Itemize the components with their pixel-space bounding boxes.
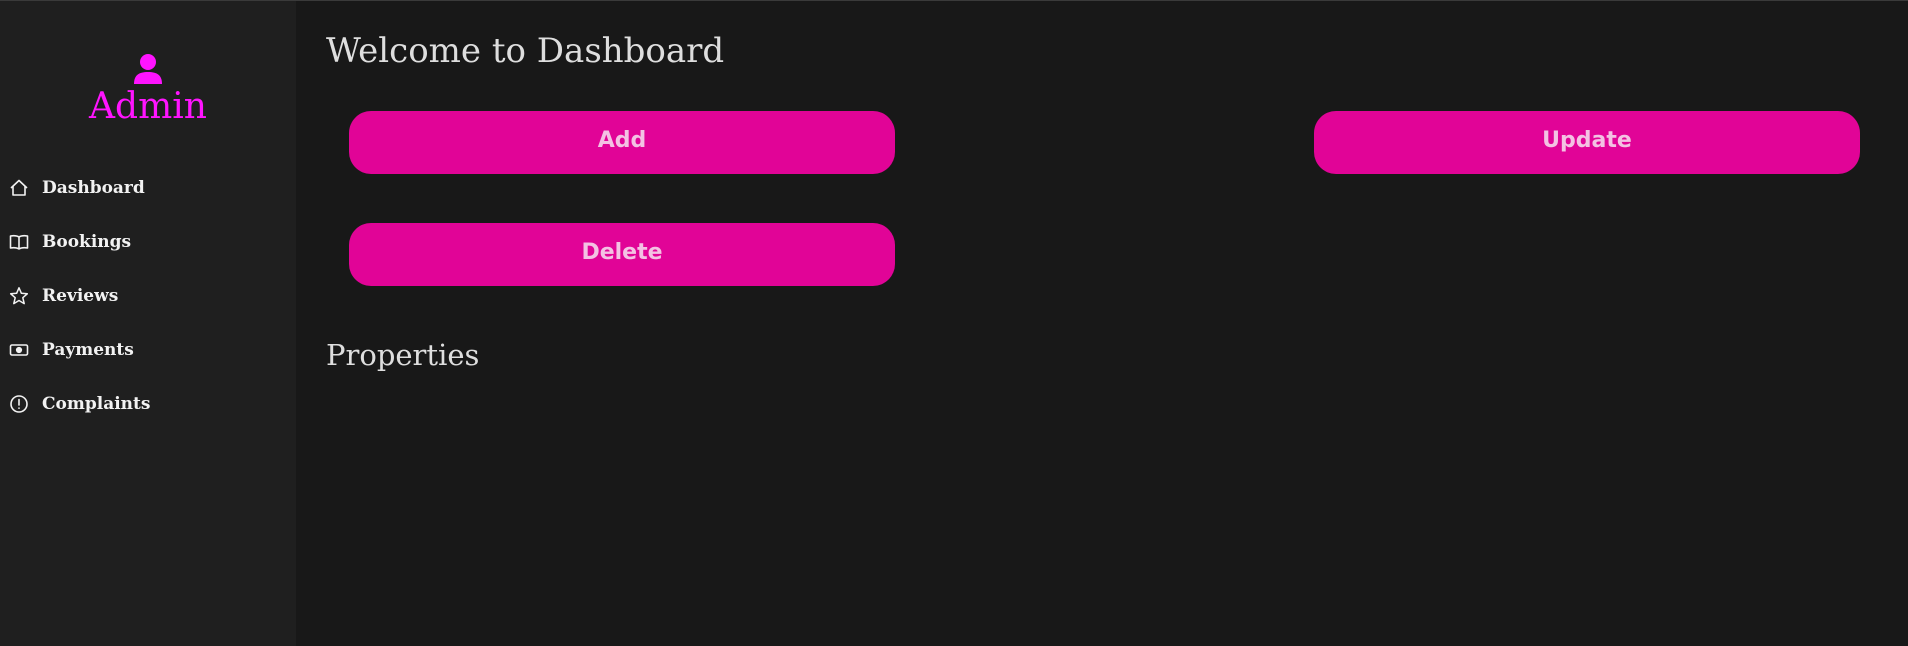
profile-name: Admin	[89, 86, 207, 127]
alert-circle-icon	[9, 394, 29, 414]
sidebar-item-label: Complaints	[42, 394, 151, 414]
properties-heading: Properties	[326, 338, 480, 372]
user-icon	[134, 54, 162, 84]
sidebar-item-dashboard[interactable]: Dashboard	[0, 161, 296, 215]
sidebar: Admin Dashboard Bookings Reviews Payment…	[0, 1, 296, 646]
sidebar-item-label: Payments	[42, 340, 134, 360]
app-window: Admin Dashboard Bookings Reviews Payment…	[0, 0, 1908, 646]
cash-icon	[9, 340, 29, 360]
sidebar-item-bookings[interactable]: Bookings	[0, 215, 296, 269]
sidebar-item-label: Bookings	[42, 232, 132, 252]
home-icon	[9, 178, 29, 198]
star-icon	[9, 286, 29, 306]
delete-button[interactable]: Delete	[349, 223, 895, 286]
sidebar-item-label: Dashboard	[42, 178, 145, 198]
update-button[interactable]: Update	[1314, 111, 1860, 174]
profile: Admin	[0, 1, 296, 127]
sidebar-item-reviews[interactable]: Reviews	[0, 269, 296, 323]
sidebar-item-payments[interactable]: Payments	[0, 323, 296, 377]
sidebar-item-complaints[interactable]: Complaints	[0, 377, 296, 431]
book-icon	[9, 232, 29, 252]
sidebar-item-label: Reviews	[42, 286, 119, 306]
page-title: Welcome to Dashboard	[326, 31, 725, 71]
sidebar-nav: Dashboard Bookings Reviews Payments Comp…	[0, 161, 296, 431]
main-content: Welcome to Dashboard Add Update Delete P…	[296, 1, 1908, 646]
add-button[interactable]: Add	[349, 111, 895, 174]
